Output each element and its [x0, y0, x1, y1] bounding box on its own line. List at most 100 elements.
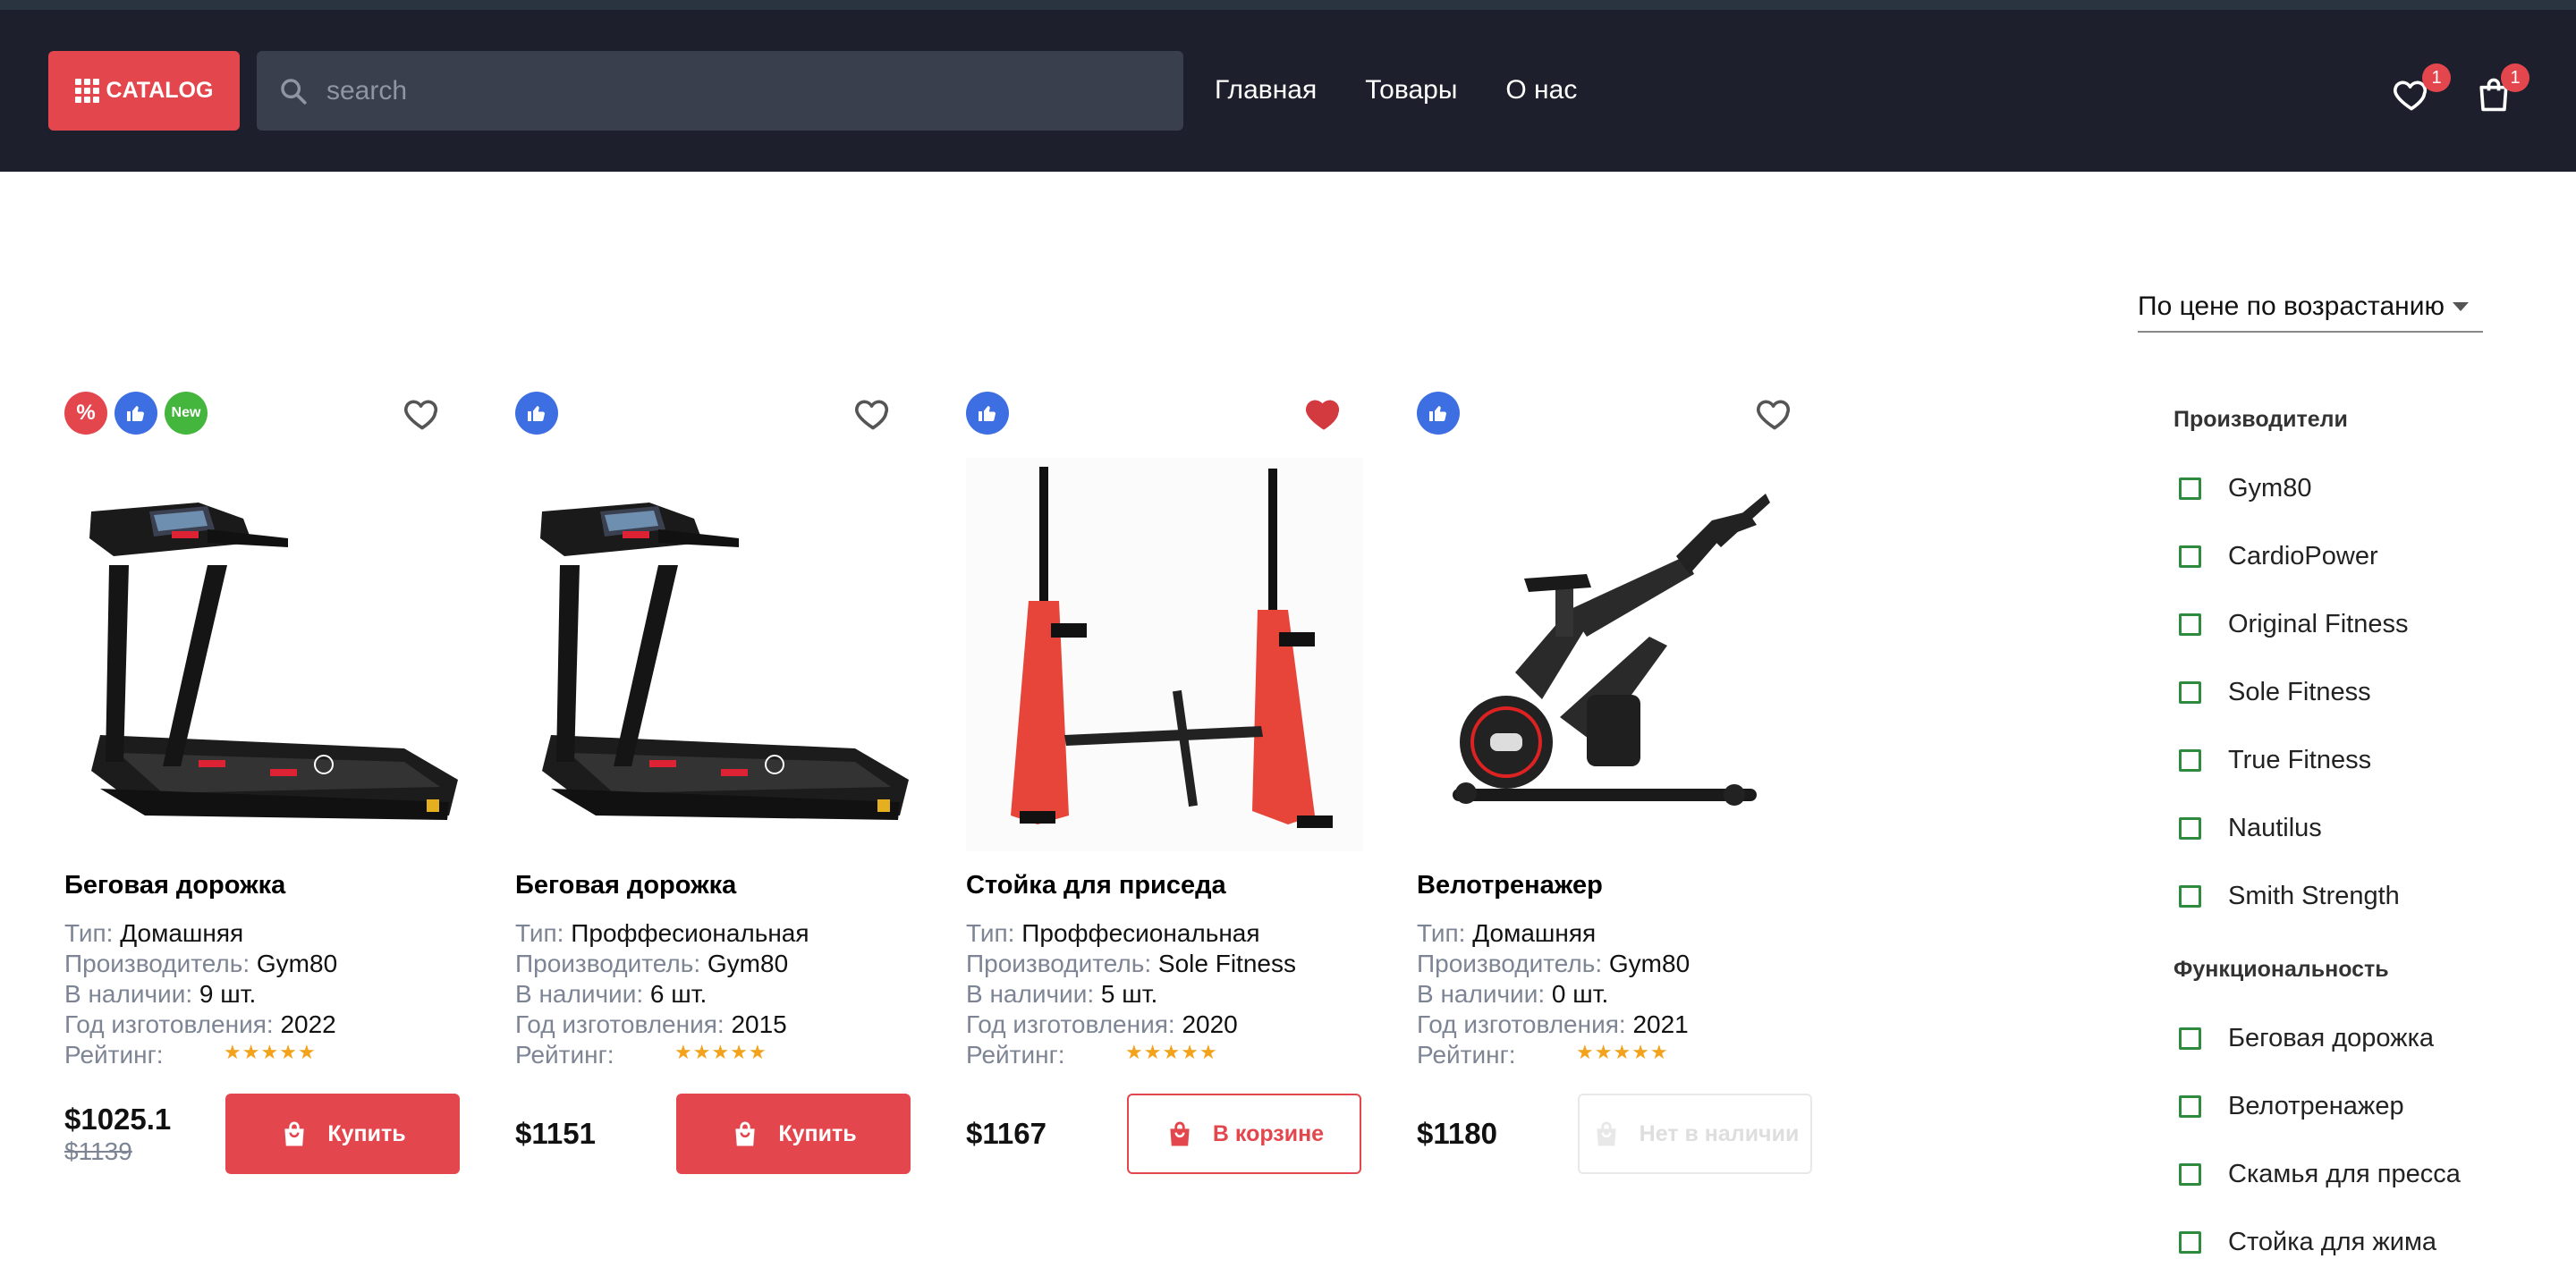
star-icon: ★	[1181, 1041, 1199, 1063]
product-price: $1025.1	[64, 1103, 172, 1136]
product-badges: % New	[64, 392, 208, 435]
spec-manufacturer: Производитель: Gym80	[1417, 950, 1690, 977]
star-icon: ★	[1613, 1041, 1631, 1063]
star-icon: ★	[748, 1041, 767, 1063]
star-icon: ★	[730, 1041, 748, 1063]
checkbox-icon[interactable]	[2179, 884, 2201, 908]
like-badge	[114, 392, 157, 435]
filter-checkbox-bench-press-rack[interactable]: Стойка для жима	[2174, 1208, 2549, 1276]
discount-badge: %	[64, 392, 107, 435]
catalog-label: CATALOG	[106, 78, 214, 103]
product-image-exercise-bike[interactable]	[1417, 458, 1814, 851]
spec-rating: Рейтинг:	[515, 1041, 614, 1069]
checkbox-icon[interactable]	[2179, 477, 2201, 500]
filter-checkbox-original-fitness[interactable]: Original Fitness	[2174, 590, 2549, 658]
favorites-button[interactable]: 1	[2390, 63, 2451, 123]
new-badge: New	[165, 392, 208, 435]
spec-year: Год изготовления: 2020	[966, 1010, 1238, 1038]
star-icon: ★	[711, 1041, 730, 1063]
spec-year: Год изготовления: 2015	[515, 1010, 787, 1038]
sort-select[interactable]: По цене по возрастанию	[2138, 288, 2483, 333]
filter-checkbox-nautilus[interactable]: Nautilus	[2174, 794, 2549, 862]
spec-stock: В наличии: 6 шт.	[515, 980, 708, 1008]
spec-stock: В наличии: 0 шт.	[1417, 980, 1609, 1008]
grid-icon	[74, 79, 99, 103]
product-badges	[966, 392, 1009, 435]
shopping-bag-icon	[735, 1121, 755, 1146]
filter-checkbox-ab-bench[interactable]: Скамья для пресса	[2174, 1140, 2549, 1208]
chevron-down-icon	[2453, 302, 2469, 311]
sort-selected-label: По цене по возрастанию	[2138, 292, 2445, 321]
spec-stock: В наличии: 9 шт.	[64, 980, 257, 1008]
spec-stock: В наличии: 5 шт.	[966, 980, 1158, 1008]
rating-stars: ★ ★ ★ ★ ★	[224, 1041, 316, 1064]
main-nav: Главная Товары О нас	[1215, 75, 1577, 106]
search-icon	[281, 79, 307, 105]
star-icon: ★	[1162, 1041, 1181, 1063]
filter-checkbox-gym80[interactable]: Gym80	[2174, 454, 2549, 522]
product-badges	[515, 392, 558, 435]
spec-type: Тип: Проффесиональная	[966, 919, 1260, 947]
favorites-count-badge: 1	[2422, 63, 2451, 92]
product-card: Стойка для приседа Тип: Проффесиональная…	[950, 384, 1363, 1189]
search-input[interactable]	[326, 51, 1167, 131]
product-badges	[1417, 392, 1460, 435]
product-card: Велотренажер Тип: Домашняя Производитель…	[1401, 384, 1812, 1189]
in-cart-button[interactable]: В корзине	[1127, 1094, 1361, 1174]
product-title[interactable]: Беговая дорожка	[515, 871, 736, 900]
cart-button[interactable]: 1	[2474, 63, 2529, 123]
spec-rating: Рейтинг:	[1417, 1041, 1516, 1069]
filter-checkbox-treadmill[interactable]: Беговая дорожка	[2174, 1004, 2549, 1072]
product-price: $1167	[966, 1117, 1046, 1150]
star-icon: ★	[297, 1041, 316, 1063]
star-icon: ★	[674, 1041, 692, 1063]
out-of-stock-button[interactable]: Нет в наличии	[1578, 1094, 1812, 1174]
buy-button[interactable]: Купить	[676, 1094, 911, 1174]
product-card: Беговая дорожка Тип: Проффесиональная Пр…	[499, 384, 911, 1189]
product-price: $1151	[515, 1117, 596, 1150]
star-icon: ★	[1143, 1041, 1162, 1063]
like-badge	[966, 392, 1009, 435]
product-image-treadmill[interactable]	[515, 458, 912, 851]
checkbox-icon[interactable]	[2179, 1027, 2201, 1050]
shopping-bag-icon	[284, 1121, 304, 1146]
nav-link-home[interactable]: Главная	[1215, 75, 1317, 106]
shopping-bag-icon	[1170, 1121, 1190, 1146]
filter-checkbox-smith-strength[interactable]: Smith Strength	[2174, 862, 2549, 930]
star-icon: ★	[1649, 1041, 1668, 1063]
product-title[interactable]: Беговая дорожка	[64, 871, 285, 900]
checkbox-icon[interactable]	[2179, 748, 2201, 772]
checkbox-icon[interactable]	[2179, 613, 2201, 636]
star-icon: ★	[279, 1041, 297, 1063]
product-title[interactable]: Стойка для приседа	[966, 871, 1226, 900]
buy-button[interactable]: Купить	[225, 1094, 460, 1174]
favorite-heart-icon[interactable]	[402, 393, 442, 433]
star-icon: ★	[1199, 1041, 1217, 1063]
nav-link-products[interactable]: Товары	[1365, 75, 1457, 106]
checkbox-icon[interactable]	[2179, 680, 2201, 704]
product-image-squat-rack[interactable]	[966, 458, 1363, 851]
filter-checkbox-cardiopower[interactable]: CardioPower	[2174, 522, 2549, 590]
filter-checkbox-true-fitness[interactable]: True Fitness	[2174, 726, 2549, 794]
window-top-border	[0, 0, 2576, 10]
filter-checkbox-sole-fitness[interactable]: Sole Fitness	[2174, 658, 2549, 726]
favorite-heart-icon[interactable]	[1304, 393, 1343, 433]
filter-checkbox-exercise-bike[interactable]: Велотренажер	[2174, 1072, 2549, 1140]
catalog-button[interactable]: CATALOG	[48, 51, 240, 131]
favorite-heart-icon[interactable]	[1755, 393, 1794, 433]
star-icon: ★	[260, 1041, 279, 1063]
checkbox-icon[interactable]	[2179, 1162, 2201, 1186]
product-image-treadmill[interactable]	[64, 458, 462, 851]
product-title[interactable]: Велотренажер	[1417, 871, 1603, 900]
checkbox-icon[interactable]	[2179, 816, 2201, 840]
checkbox-icon[interactable]	[2179, 1094, 2201, 1118]
rating-stars: ★ ★ ★ ★ ★	[1125, 1041, 1217, 1064]
checkbox-icon[interactable]	[2179, 545, 2201, 568]
checkbox-icon[interactable]	[2179, 1230, 2201, 1254]
star-icon: ★	[242, 1041, 260, 1063]
favorite-heart-icon[interactable]	[853, 393, 893, 433]
cart-count-badge: 1	[2501, 63, 2529, 92]
thumbs-up-icon	[526, 402, 547, 424]
nav-link-about[interactable]: О нас	[1505, 75, 1577, 106]
spec-rating: Рейтинг:	[64, 1041, 164, 1069]
